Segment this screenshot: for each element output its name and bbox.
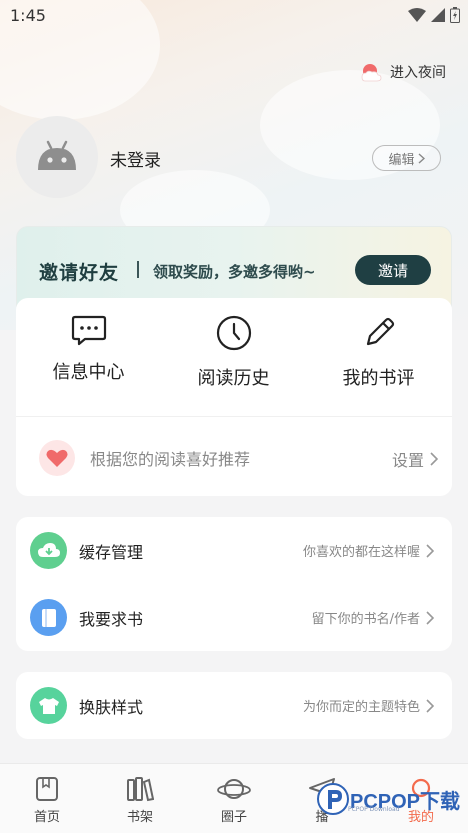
edit-label: 编辑 [388, 152, 415, 168]
bookshelf-icon [127, 777, 154, 802]
clock-icon [216, 315, 251, 351]
quick-actions-card: 信息中心 阅读历史 我的书评 根据您的阅读喜好推荐 设置 [16, 298, 452, 496]
message-icon [71, 315, 106, 346]
chevron-right-icon [418, 152, 425, 164]
username[interactable]: 未登录 [110, 146, 161, 171]
watermark: PCPOP下载 PCPOP Download [316, 782, 460, 816]
settings-label: 设置 [391, 451, 424, 470]
request-book-hint: 留下你的书名/作者 [311, 612, 420, 627]
wifi-icon [408, 8, 426, 22]
status-bar: 1:45 [0, 0, 468, 32]
signal-icon [431, 8, 445, 22]
chevron-right-icon [426, 698, 434, 713]
my-reviews-button[interactable]: 我的书评 [306, 314, 451, 390]
planet-icon [217, 779, 251, 799]
list-item-cache-management[interactable]: 缓存管理 你喜欢的都在这样喔 [16, 517, 452, 584]
shirt-icon [30, 687, 67, 724]
recommendation-text: 根据您的阅读喜好推荐 [90, 450, 251, 469]
pcpop-logo-icon [317, 783, 349, 815]
edit-profile-button[interactable]: 编辑 [372, 145, 441, 171]
nav-circle-label: 圈子 [220, 810, 247, 825]
night-mode-toggle[interactable]: 进入夜间 [360, 62, 446, 82]
nav-item-circle[interactable]: 圈子 [194, 776, 274, 825]
recommendation-row[interactable]: 根据您的阅读喜好推荐 设置 [38, 436, 438, 480]
nav-item-bookshelf[interactable]: 书架 [100, 776, 180, 825]
avatar[interactable] [16, 116, 98, 198]
skin-style-label: 换肤样式 [79, 697, 144, 717]
message-center-label: 信息中心 [52, 362, 125, 383]
reading-history-button[interactable]: 阅读历史 [161, 314, 306, 390]
invite-separator [137, 261, 139, 278]
divider [16, 416, 452, 417]
pencil-icon [366, 317, 394, 346]
reading-history-label: 阅读历史 [197, 368, 270, 389]
invite-subtitle: 领取奖励，多邀多得哟~ [153, 263, 316, 281]
message-center-button[interactable]: 信息中心 [16, 314, 161, 384]
invite-title: 邀请好友 [39, 262, 120, 284]
list-item-skin-style[interactable]: 换肤样式 为你而定的主题特色 [16, 672, 452, 739]
utility-list: 缓存管理 你喜欢的都在这样喔 我要求书 留下你的书名/作者 [16, 517, 452, 651]
invite-button[interactable]: 邀请 [355, 255, 431, 285]
watermark-small-text: PCPOP Download [348, 806, 400, 813]
request-book-label: 我要求书 [79, 609, 144, 629]
recommendation-settings[interactable]: 设置 [392, 447, 438, 471]
skin-style-hint: 为你而定的主题特色 [302, 700, 420, 715]
nav-item-home[interactable]: 首页 [7, 776, 87, 825]
theme-list: 换肤样式 为你而定的主题特色 [16, 672, 452, 739]
battery-icon [450, 7, 460, 23]
nav-home-label: 首页 [33, 810, 60, 825]
chevron-right-icon [430, 452, 438, 466]
heart-icon [39, 440, 75, 476]
night-mode-label: 进入夜间 [390, 65, 446, 81]
nav-bookshelf-label: 书架 [126, 810, 153, 825]
chevron-right-icon [426, 543, 434, 558]
book-icon [30, 599, 67, 636]
download-cloud-icon [30, 532, 67, 569]
cache-management-label: 缓存管理 [79, 542, 144, 562]
my-reviews-label: 我的书评 [342, 368, 415, 389]
sun-cloud-icon [361, 64, 382, 82]
status-time: 1:45 [10, 6, 46, 25]
list-item-request-book[interactable]: 我要求书 留下你的书名/作者 [16, 584, 452, 651]
chevron-right-icon [426, 610, 434, 625]
cache-management-hint: 你喜欢的都在这样喔 [302, 545, 420, 560]
robot-avatar-icon [38, 140, 76, 170]
home-book-icon [36, 777, 58, 801]
